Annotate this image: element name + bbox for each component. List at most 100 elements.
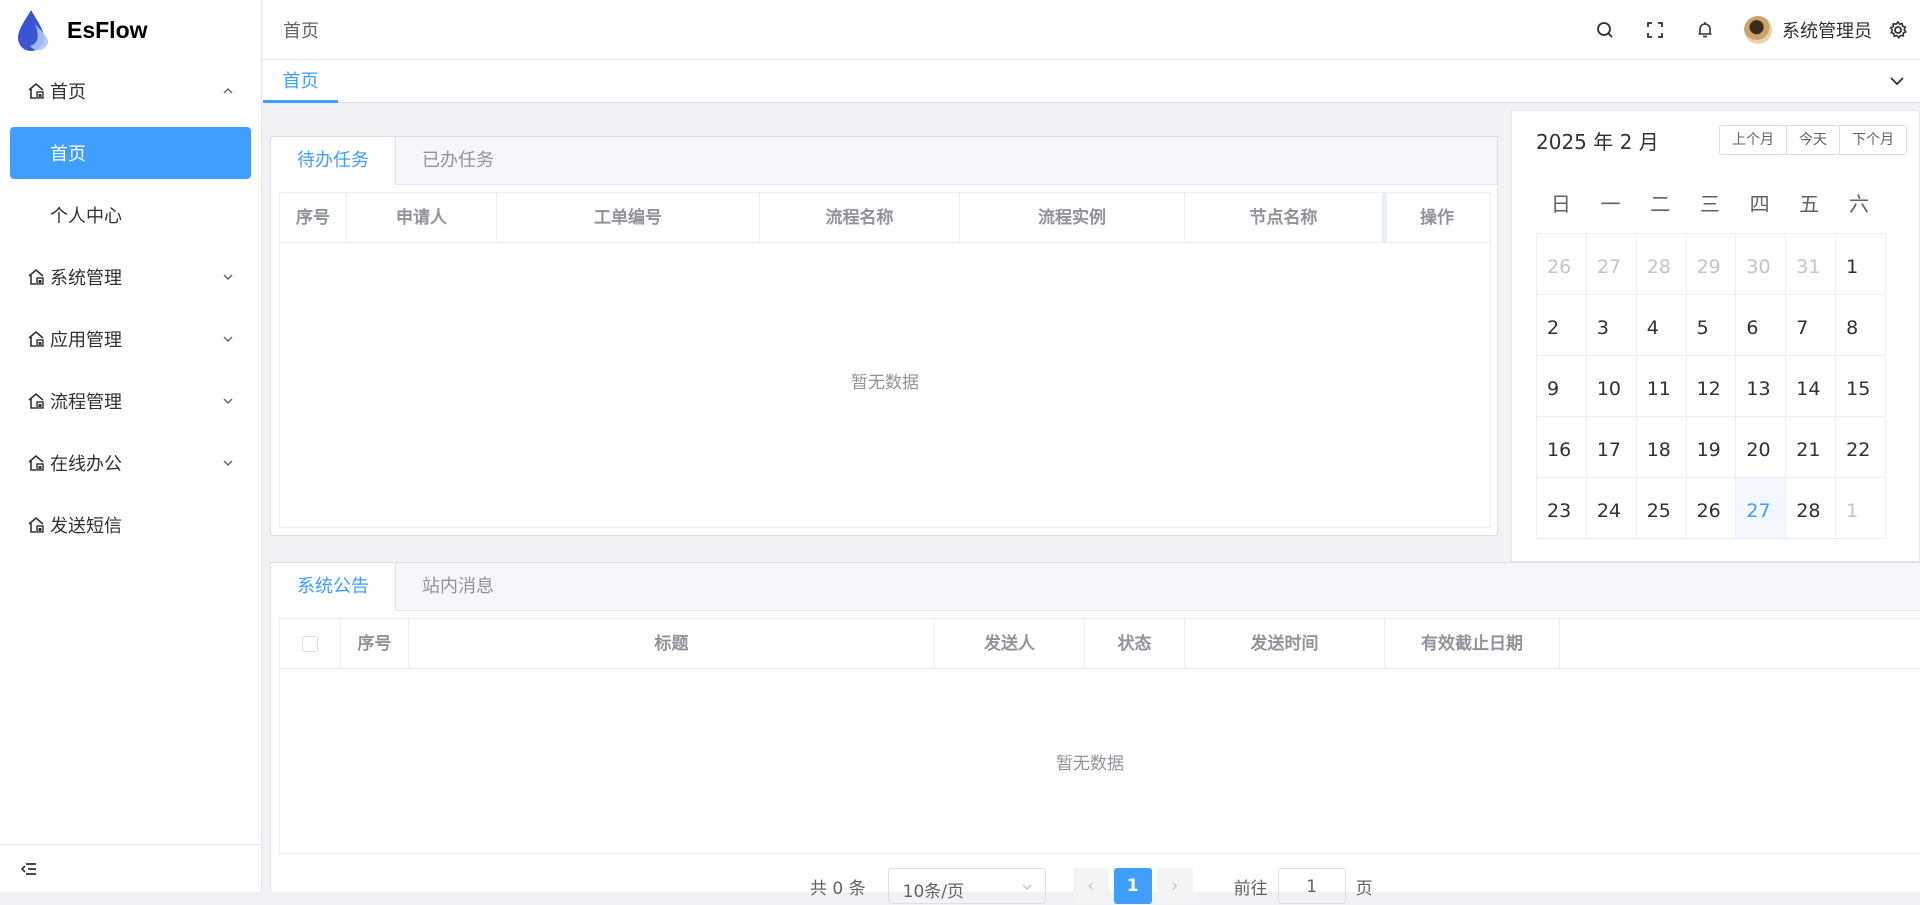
calendar-day[interactable]: 9 [1537, 356, 1587, 417]
calendar-day[interactable]: 10 [1586, 356, 1637, 417]
calendar-day-today[interactable]: 27 [1736, 478, 1787, 539]
table-header: 序号 申请人 工单编号 流程名称 流程实例 节点名称 操作 [280, 193, 1490, 243]
calendar-day[interactable]: 12 [1686, 356, 1737, 417]
empty-state: 暂无数据 [851, 373, 919, 393]
pagination-total: 共 0 条 [810, 878, 866, 899]
calendar-day[interactable]: 19 [1686, 417, 1737, 478]
calendar-day[interactable]: 7 [1786, 295, 1837, 356]
column-header[interactable]: 状态 [1085, 619, 1185, 669]
calendar-day[interactable]: 14 [1786, 356, 1837, 417]
search-icon[interactable] [1594, 19, 1616, 41]
home-lock-icon [28, 82, 44, 99]
calendar-day[interactable]: 24 [1586, 478, 1637, 539]
calendar-day[interactable]: 20 [1736, 417, 1787, 478]
calendar-day[interactable]: 17 [1586, 417, 1637, 478]
logo[interactable]: EsFlow [0, 0, 261, 60]
tab-inbox-messages[interactable]: 站内消息 [396, 563, 521, 611]
breadcrumb[interactable]: 首页 [283, 17, 319, 43]
calendar-day[interactable]: 26 [1686, 478, 1737, 539]
calendar-header: 2025 年 2 月 上个月 今天 下个月 [1512, 111, 1919, 165]
column-header[interactable]: 流程实例 [960, 193, 1185, 243]
calendar-day[interactable]: 21 [1786, 417, 1837, 478]
goto-page-input[interactable]: 1 [1277, 868, 1346, 904]
sidebar-item-workflow[interactable]: 流程管理 [0, 370, 261, 432]
prev-page-button[interactable]: ‹ [1072, 868, 1109, 904]
tab-pending-tasks[interactable]: 待办任务 [271, 137, 396, 185]
column-header[interactable]: 工单编号 [497, 193, 760, 243]
home-lock-icon [28, 330, 44, 347]
page-number[interactable]: 1 [1113, 868, 1152, 904]
bell-icon[interactable] [1694, 19, 1716, 41]
sidebar-item-sms[interactable]: 发送短信 [0, 494, 261, 556]
sidebar-menu: 首页 首页 个人中心 系统管理 应用管理 流程管理 在线办公 发送短信 [0, 60, 261, 556]
tag-home[interactable]: 首页 [263, 60, 338, 103]
sidebar-collapse-button[interactable] [0, 844, 262, 892]
calendar-day[interactable]: 3 [1586, 295, 1637, 356]
calendar-day[interactable]: 1 [1836, 478, 1886, 539]
sidebar-item-label: 在线办公 [50, 454, 122, 475]
sidebar-item-label: 发送短信 [50, 516, 122, 537]
chevron-down-icon [223, 336, 233, 342]
today-button[interactable]: 今天 [1787, 126, 1840, 154]
app-root: EsFlow 首页 首页 个人中心 系统管理 应用管理 流程管理 在线办公 发送… [0, 0, 1920, 904]
calendar-day[interactable]: 27 [1586, 234, 1637, 295]
calendar-weekdays: 日 一 二 三 四 五 六 [1536, 188, 1884, 217]
calendar-day[interactable]: 30 [1736, 234, 1787, 295]
calendar-day[interactable]: 2 [1537, 295, 1587, 356]
weekday-label: 五 [1799, 192, 1820, 216]
avatar[interactable] [1744, 16, 1772, 44]
sidebar-item-label: 首页 [50, 82, 86, 103]
column-header[interactable]: 操作 [1387, 193, 1487, 243]
column-header[interactable]: 流程名称 [760, 193, 960, 243]
calendar-day[interactable]: 25 [1636, 478, 1687, 539]
notice-table: 序号 标题 发送人 状态 发送时间 有效截止日期 暂无数据 [279, 618, 1920, 854]
calendar-day[interactable]: 13 [1736, 356, 1787, 417]
calendar-day[interactable]: 6 [1736, 295, 1787, 356]
calendar-day[interactable]: 23 [1537, 478, 1587, 539]
calendar-day[interactable]: 29 [1686, 234, 1737, 295]
gear-icon[interactable] [1888, 20, 1908, 40]
sidebar-item-system[interactable]: 系统管理 [0, 246, 261, 308]
sidebar-item-home[interactable]: 首页 [0, 60, 261, 122]
column-header[interactable]: 发送人 [935, 619, 1085, 669]
chevron-down-icon[interactable] [1888, 72, 1906, 90]
calendar-title: 2025 年 2 月 [1536, 130, 1659, 154]
notice-tabs: 系统公告 站内消息 [271, 563, 1920, 611]
notice-panel: 系统公告 站内消息 序号 标题 发送人 状态 发送时间 有效截止日期 暂无数据 [270, 562, 1920, 892]
column-header[interactable]: 有效截止日期 [1385, 619, 1560, 669]
select-all-checkbox[interactable] [302, 636, 318, 652]
sidebar-item-label: 流程管理 [50, 392, 122, 413]
sidebar-item-apps[interactable]: 应用管理 [0, 308, 261, 370]
calendar-day[interactable]: 22 [1836, 417, 1886, 478]
column-header[interactable]: 节点名称 [1185, 193, 1387, 243]
sidebar-item-office[interactable]: 在线办公 [0, 432, 261, 494]
calendar-day[interactable]: 18 [1636, 417, 1687, 478]
tab-announcements[interactable]: 系统公告 [271, 563, 396, 611]
calendar-day[interactable]: 5 [1686, 295, 1737, 356]
calendar-day[interactable]: 31 [1786, 234, 1837, 295]
tab-done-tasks[interactable]: 已办任务 [396, 137, 521, 185]
prev-month-button[interactable]: 上个月 [1720, 126, 1787, 154]
calendar-day[interactable]: 4 [1636, 295, 1687, 356]
column-header[interactable]: 标题 [409, 619, 935, 669]
next-month-button[interactable]: 下个月 [1840, 126, 1906, 154]
column-header[interactable]: 序号 [280, 193, 347, 243]
user-name[interactable]: 系统管理员 [1782, 17, 1872, 43]
calendar-day[interactable]: 1 [1836, 234, 1886, 295]
calendar-day[interactable]: 11 [1636, 356, 1687, 417]
column-header[interactable]: 申请人 [347, 193, 497, 243]
page-size-select[interactable]: 10条/页 [887, 868, 1046, 904]
calendar-day[interactable]: 15 [1836, 356, 1886, 417]
calendar-day[interactable]: 26 [1537, 234, 1587, 295]
calendar-day[interactable]: 16 [1537, 417, 1587, 478]
weekday-label: 三 [1699, 192, 1720, 216]
calendar-day[interactable]: 28 [1636, 234, 1687, 295]
sidebar-subitem-home[interactable]: 首页 [10, 127, 251, 179]
next-page-button[interactable]: › [1156, 868, 1193, 904]
column-header[interactable]: 序号 [341, 619, 409, 669]
sidebar-subitem-profile[interactable]: 个人中心 [0, 184, 261, 246]
calendar-day[interactable]: 8 [1836, 295, 1886, 356]
calendar-day[interactable]: 28 [1786, 478, 1837, 539]
fullscreen-icon[interactable] [1644, 19, 1666, 41]
column-header[interactable]: 发送时间 [1185, 619, 1385, 669]
